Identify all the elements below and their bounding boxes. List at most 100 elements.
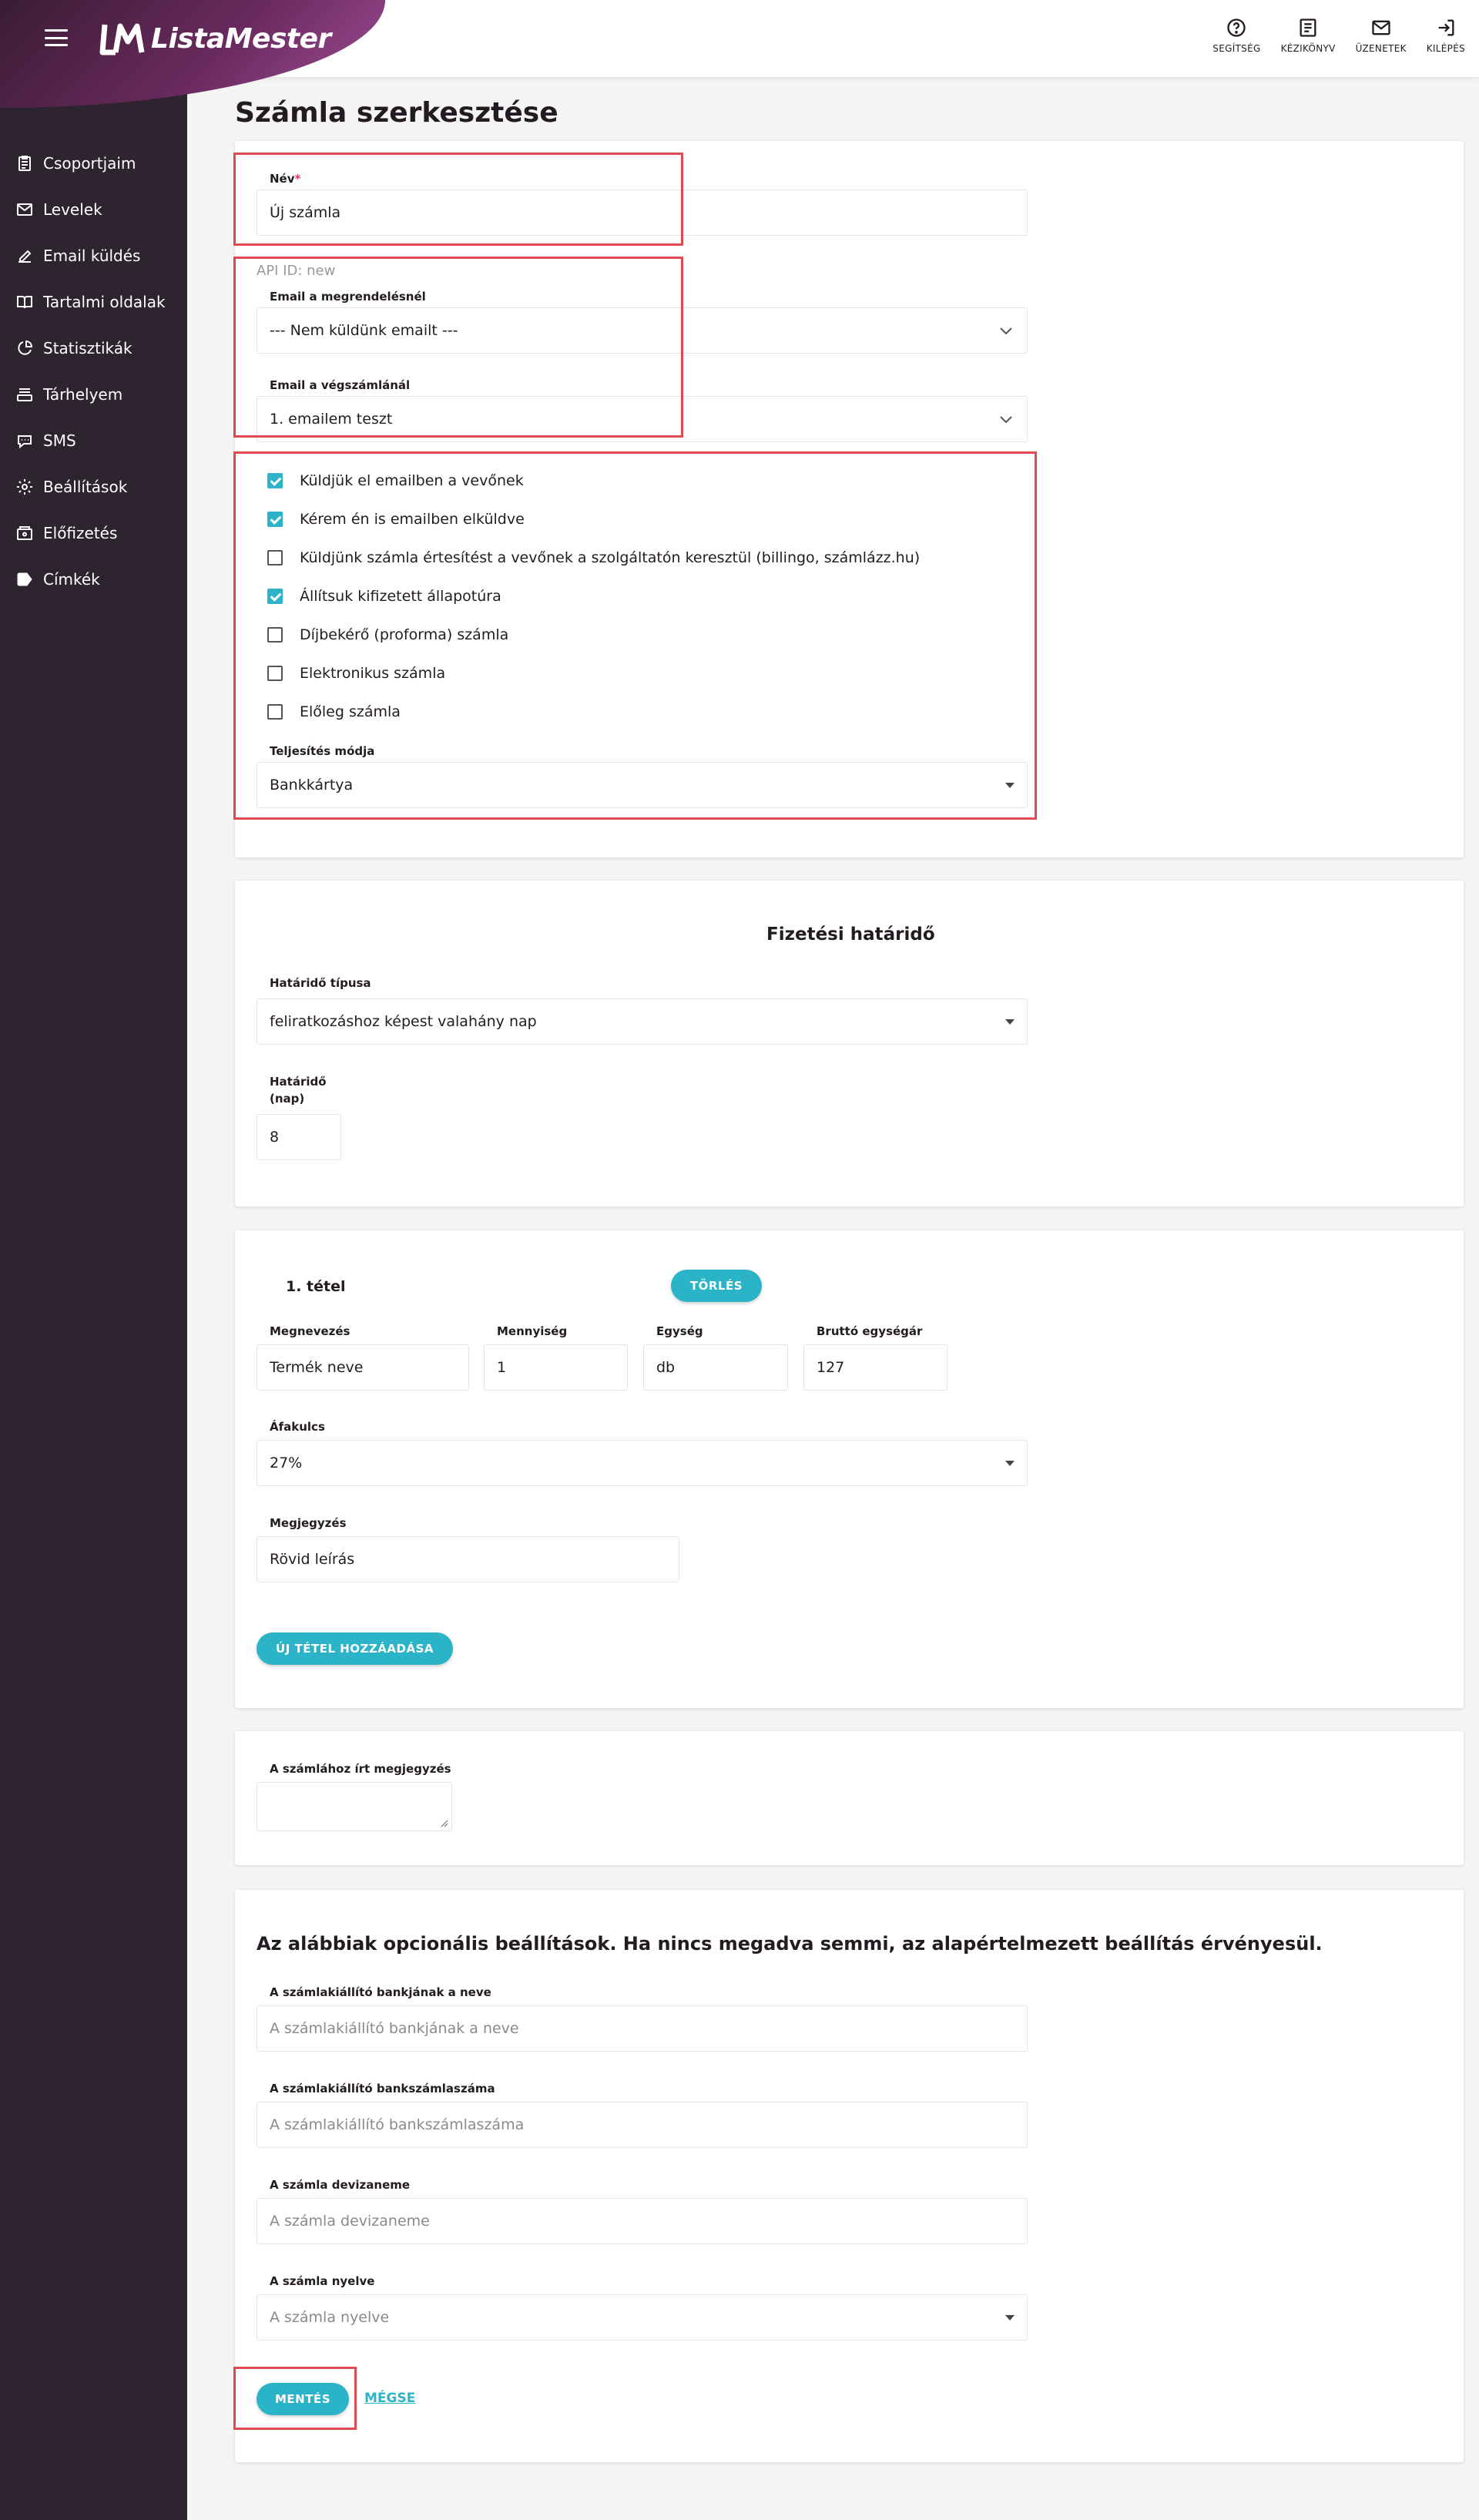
- caret-down-icon: [1005, 2315, 1015, 2320]
- menu-toggle-icon[interactable]: [45, 29, 68, 46]
- sidebar-item-label: Csoportjaim: [43, 154, 136, 173]
- currency-placeholder: A számla devizaneme: [270, 2213, 430, 2230]
- brand-name: ListaMester: [151, 23, 331, 55]
- item-unit-input[interactable]: db: [643, 1344, 788, 1391]
- checkbox-unchecked[interactable]: [267, 666, 283, 681]
- item-qty-label: Mennyiség: [497, 1324, 568, 1338]
- cancel-button[interactable]: MÉGSE: [364, 2391, 415, 2406]
- invoice-note-textarea[interactable]: [257, 1782, 452, 1831]
- checkbox-send-email-to-buyer[interactable]: Küldjük el emailben a vevőnek: [267, 472, 524, 489]
- language-label: A számla nyelve: [270, 2274, 375, 2288]
- deadline-days-input[interactable]: 8: [257, 1114, 341, 1160]
- optional-title: Az alábbiak opcionális beállítások. Ha n…: [257, 1933, 1323, 1955]
- logout-icon: [1438, 19, 1454, 36]
- checkbox-proforma[interactable]: Díjbekérő (proforma) számla: [267, 626, 508, 643]
- save-button[interactable]: MENTÉS: [257, 2383, 349, 2415]
- checkbox-provider-notification[interactable]: Küldjünk számla értesítést a vevőnek a s…: [267, 549, 920, 566]
- checkbox-unchecked[interactable]: [267, 627, 283, 643]
- sidebar-item-statisztikak[interactable]: Statisztikák: [0, 325, 187, 371]
- checkbox-label: Kérem én is emailben elküldve: [300, 511, 525, 528]
- deadline-type-select[interactable]: feliratkozáshoz képest valahány nap: [257, 998, 1028, 1045]
- item-note-input[interactable]: Rövid leírás: [257, 1536, 679, 1582]
- sidebar-item-label: Címkék: [43, 570, 100, 589]
- sidebar-item-cimkek[interactable]: Címkék: [0, 556, 187, 602]
- page-title: Számla szerkesztése: [235, 97, 558, 129]
- sidebar-item-beallitasok[interactable]: Beállítások: [0, 464, 187, 510]
- vat-value: 27%: [270, 1455, 303, 1471]
- required-mark: *: [294, 172, 301, 186]
- sidebar-item-tarhelyem[interactable]: Tárhelyem: [0, 371, 187, 418]
- help-button[interactable]: SEGÍTSÉG: [1212, 17, 1260, 54]
- sidebar-item-sms[interactable]: SMS: [0, 418, 187, 464]
- sidebar-item-label: Beállítások: [43, 478, 128, 496]
- checkbox-label: Díjbekérő (proforma) számla: [300, 626, 509, 643]
- add-item-button[interactable]: ÚJ TÉTEL HOZZÁADÁSA: [257, 1632, 453, 1665]
- item-name-input[interactable]: Termék neve: [257, 1344, 469, 1391]
- resize-handle-icon[interactable]: [441, 1820, 448, 1827]
- checkbox-send-copy-to-me[interactable]: Kérem én is emailben elküldve: [267, 511, 525, 528]
- checkbox-mark-paid[interactable]: Állítsuk kifizetett állapotúra: [267, 588, 501, 605]
- vat-select[interactable]: 27%: [257, 1440, 1028, 1486]
- logout-button[interactable]: KILÉPÉS: [1427, 17, 1465, 54]
- manual-button[interactable]: KÉZIKÖNYV: [1281, 17, 1336, 54]
- invoice-note-card: A számlához írt megjegyzés: [235, 1731, 1464, 1865]
- bank-name-placeholder: A számlakiállító bankjának a neve: [270, 2020, 519, 2037]
- checkbox-advance-invoice[interactable]: Előleg számla: [267, 703, 401, 720]
- manual-label: KÉZIKÖNYV: [1280, 43, 1336, 54]
- checkbox-checked[interactable]: [267, 589, 283, 604]
- payment-mode-label: Teljesítés módja: [270, 744, 375, 758]
- book-icon: [1300, 18, 1316, 37]
- checkbox-label: Küldjünk számla értesítést a vevőnek a s…: [300, 549, 921, 566]
- deadline-days-label-line2: (nap): [270, 1092, 305, 1106]
- item-qty-value: 1: [497, 1359, 507, 1376]
- sidebar-item-csoportjaim[interactable]: Csoportjaim: [0, 140, 187, 186]
- mail-icon: [1372, 20, 1390, 35]
- deadline-days-value: 8: [270, 1129, 280, 1146]
- language-placeholder: A számla nyelve: [270, 2309, 390, 2326]
- sidebar-item-tartalmi-oldalak[interactable]: Tartalmi oldalak: [0, 279, 187, 325]
- bank-name-label: A számlakiállító bankjának a neve: [270, 1985, 491, 1999]
- tag-icon: [17, 572, 32, 586]
- deadline-title: Fizetési határidő: [766, 924, 935, 945]
- checkbox-unchecked[interactable]: [267, 704, 283, 720]
- pie-chart-icon: [18, 340, 33, 355]
- bank-account-input[interactable]: A számlakiállító bankszámlaszáma: [257, 2102, 1028, 2148]
- item-name-label: Megnevezés: [270, 1324, 350, 1338]
- deadline-days-label: Határidő (nap): [270, 1073, 327, 1107]
- name-input-value: Új számla: [270, 204, 341, 221]
- caret-down-icon: [1005, 1461, 1015, 1466]
- sidebar-item-levelek[interactable]: Levelek: [0, 186, 187, 233]
- item-qty-input[interactable]: 1: [484, 1344, 628, 1391]
- payment-mode-select[interactable]: Bankkártya: [257, 762, 1028, 808]
- item-price-input[interactable]: 127: [803, 1344, 947, 1391]
- sidebar-item-label: Statisztikák: [43, 339, 132, 357]
- sidebar-item-label: Email küldés: [43, 247, 141, 265]
- sidebar-item-elofizetes[interactable]: Előfizetés: [0, 510, 187, 556]
- language-select[interactable]: A számla nyelve: [257, 2294, 1028, 2340]
- currency-input[interactable]: A számla devizaneme: [257, 2198, 1028, 2244]
- sidebar-item-email-kuldes[interactable]: Email küldés: [0, 233, 187, 279]
- checkbox-unchecked[interactable]: [267, 550, 283, 565]
- item-price-value: 127: [817, 1359, 845, 1376]
- chevron-down-icon: [1000, 416, 1012, 424]
- delete-item-button[interactable]: TÖRLÉS: [671, 1270, 762, 1302]
- deadline-type-label: Határidő típusa: [270, 976, 371, 990]
- sidebar: Csoportjaim Levelek Email küldés Tartalm…: [0, 77, 187, 2520]
- item-title: 1. tétel: [286, 1278, 346, 1295]
- email-final-select[interactable]: 1. emailem teszt: [257, 396, 1028, 442]
- messages-button[interactable]: ÜZENETEK: [1356, 17, 1407, 54]
- pencil-icon: [18, 250, 32, 263]
- bank-name-input[interactable]: A számlakiállító bankjának a neve: [257, 2005, 1028, 2052]
- item-name-value: Termék neve: [270, 1359, 364, 1376]
- optional-settings-card: Az alábbiak opcionális beállítások. Ha n…: [235, 1890, 1464, 2462]
- help-circle-icon: [1227, 18, 1246, 37]
- name-input[interactable]: Új számla: [257, 190, 1028, 236]
- checkbox-checked[interactable]: [267, 473, 283, 488]
- invoice-items-card: 1. tétel TÖRLÉS Megnevezés Termék neve M…: [235, 1230, 1464, 1708]
- email-final-label: Email a végszámlánál: [270, 378, 411, 392]
- checkbox-checked[interactable]: [267, 512, 283, 527]
- email-order-select[interactable]: --- Nem küldünk emailt ---: [257, 307, 1028, 354]
- item-note-value: Rövid leírás: [270, 1551, 355, 1568]
- item-note-label: Megjegyzés: [270, 1516, 347, 1530]
- checkbox-electronic-invoice[interactable]: Elektronikus számla: [267, 665, 445, 682]
